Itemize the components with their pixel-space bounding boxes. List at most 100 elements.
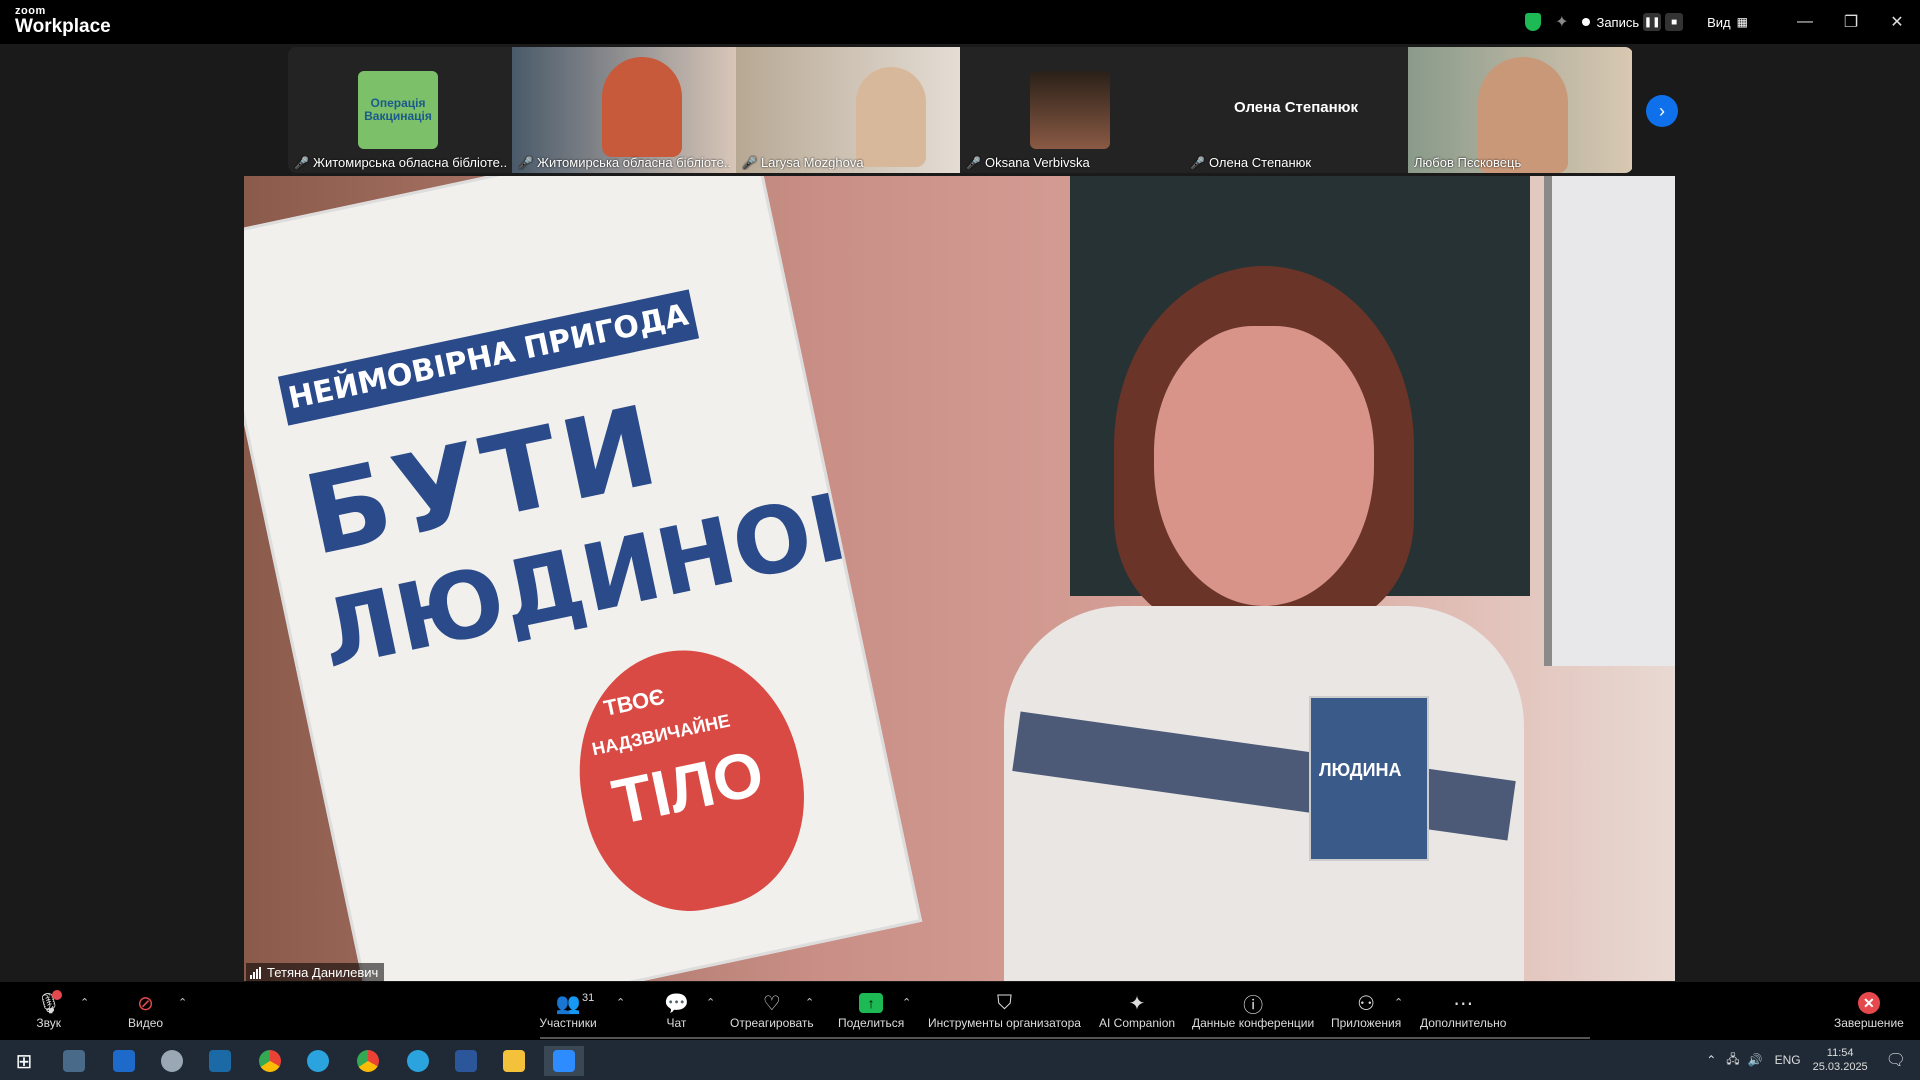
speaker-name: Тетяна Данилевич [267,965,379,980]
chat-options-caret[interactable]: ⌃ [706,996,715,1009]
participant-avatar [1030,71,1110,149]
notification-icon[interactable]: 🗨 [1886,1050,1906,1070]
end-label: Завершение [1834,1016,1904,1030]
windows-icon: ⊞ [15,1050,33,1073]
more-button[interactable]: ⋯ Дополнительно [1420,990,1507,1031]
ai-companion-button[interactable]: ✦ AI Companion [1099,990,1176,1031]
participant-tile[interactable]: Операція Вакцинація 🎤 Житомирська обласн… [288,47,512,173]
recording-indicator: Запись ❚❚ ■ [1582,13,1684,31]
language-indicator[interactable]: ENG [1775,1053,1801,1067]
participant-tile[interactable]: Любов Пєсковець [1408,47,1632,173]
restore-button[interactable]: ❐ [1828,0,1874,44]
participant-center-name: Олена Степанюк [1233,99,1358,116]
view-button[interactable]: Вид ▦ [1707,15,1748,30]
taskbar-chrome[interactable] [250,1046,290,1076]
telegram-icon [307,1050,329,1072]
more-label: Дополнительно [1420,1016,1507,1030]
taskbar-telegram[interactable] [298,1046,338,1076]
zoom-window: zoom Workplace ✦ Запись ❚❚ ■ Вид ▦ — ❐ ✕ [0,0,1920,1040]
share-label: Поделиться [838,1016,905,1030]
system-tray: ⌃ 🖧 🔊 ENG 11:54 25.03.2025 🗨 [1706,1040,1920,1080]
view-label: Вид [1707,14,1731,30]
participant-name: Любов Пєсковець [1414,155,1521,170]
record-label: Запись [1596,14,1640,30]
apps-icon: ⚇ [1357,992,1376,1015]
minimize-button[interactable]: — [1782,0,1828,44]
participant-name-text: Олена Степанюк [1208,155,1312,170]
taskbar-app-3[interactable] [152,1046,192,1076]
title-bar-controls: ✦ Запись ❚❚ ■ Вид ▦ — ❐ ✕ [1525,0,1920,44]
stop-icon: ■ [1671,16,1678,28]
react-label: Отреагировать [730,1016,814,1030]
end-meeting-button[interactable]: ✕ Завершение [1834,990,1904,1030]
ai-sparkle[interactable]: ✦ [1555,12,1568,32]
participant-name: 🎤 Larysa Mozghova [742,155,864,170]
apps-button[interactable]: ⚇ Приложения [1331,990,1402,1031]
alert-dot [52,990,62,1000]
speaker-figure [1004,266,1524,981]
pause-icon: ❚❚ [1643,16,1661,28]
participant-strip: Операція Вакцинація 🎤 Житомирська обласн… [288,47,1633,173]
audio-button[interactable]: 🎙 Звук [36,990,62,1030]
taskbar-app-4[interactable] [200,1046,240,1076]
video-options-caret[interactable]: ⌃ [178,996,187,1009]
apps-label: Приложения [1331,1016,1402,1030]
end-icon-wrap: ✕ [1857,990,1880,1016]
taskbar-calculator[interactable] [54,1046,94,1076]
share-button[interactable]: ↑ Поделиться [838,990,904,1030]
taskbar-zoom[interactable] [544,1046,584,1076]
shield-check-icon: ⛉ [996,991,1012,1014]
speaker-name-label: Тетяна Данилевич [246,963,385,982]
participant-name-text: Oksana Verbivska [984,155,1090,170]
taskbar-app-2[interactable] [104,1046,144,1076]
react-button[interactable]: ♡ Отреагировать [730,990,814,1031]
close-window-button[interactable]: ✕ [1874,0,1920,44]
start-button[interactable]: ⊞ [4,1046,44,1076]
participant-tile[interactable]: 🎤 Житомирська обласна бібліоте... [512,47,736,173]
volume-icon[interactable]: 🔊 [1748,1053,1763,1067]
participants-options-caret[interactable]: ⌃ [616,996,625,1009]
app-icon [209,1050,231,1072]
stop-recording-button[interactable]: ■ [1665,13,1684,31]
participant-name-text: Larysa Mozghova [760,155,864,170]
apps-options-caret[interactable]: ⌃ [1394,996,1403,1009]
sparkle-icon: ✦ [1128,992,1146,1015]
participants-count: 31 [582,992,595,1004]
network-icon[interactable]: 🖧 [1726,1050,1739,1071]
chat-button[interactable]: 💬 Чат [664,990,689,1031]
participant-name-text: Житомирська обласна бібліоте... [312,155,506,170]
video-off-icon: ⊘ [137,992,154,1015]
meeting-info-button[interactable]: ⓘ Данные конференции [1192,990,1314,1031]
taskbar-explorer[interactable] [494,1046,534,1076]
host-tools-button[interactable]: ⛉ Инструменты организатора [928,990,1081,1031]
participant-avatar: Операція Вакцинація [358,71,438,149]
next-page-button[interactable]: › [1646,95,1678,127]
mic-muted-icon: 🎤 [742,155,757,170]
taskbar-telegram-2[interactable] [398,1046,438,1076]
title-bar: zoom Workplace ✦ Запись ❚❚ ■ Вид ▦ — ❐ ✕ [0,0,1920,44]
host-tools-label: Инструменты организатора [928,1016,1081,1030]
meeting-toolbar: 🎙 Звук ⌃ ⊘ Видео ⌃ 👥 31 Участники ⌃ 💬 Чат… [0,982,1920,1040]
pause-recording-button[interactable]: ❚❚ [1643,13,1662,31]
small-book-title: ЛЮДИНА [1319,760,1402,780]
encryption-indicator[interactable] [1525,13,1542,31]
app-logo: zoom Workplace [15,6,111,37]
share-options-caret[interactable]: ⌃ [902,996,911,1009]
clock[interactable]: 11:54 25.03.2025 [1813,1046,1868,1075]
taskbar-word[interactable] [446,1046,486,1076]
react-options-caret[interactable]: ⌃ [805,996,814,1009]
participant-tile[interactable]: 🎤 Oksana Verbivska [960,47,1184,173]
audio-options-caret[interactable]: ⌃ [80,996,89,1009]
participants-button[interactable]: 👥 31 Участники [538,990,598,1030]
participant-tile[interactable]: 🎤 Larysa Mozghova [736,47,960,173]
participant-tile[interactable]: Олена Степанюк 🎤 Олена Степанюк [1184,47,1408,173]
mic-muted-icon: 🎤 [294,155,309,170]
clock-date: 25.03.2025 [1812,1061,1868,1073]
taskbar-chrome-2[interactable] [348,1046,388,1076]
ai-label: AI Companion [1099,1016,1176,1030]
telegram-icon [407,1050,429,1072]
video-button[interactable]: ⊘ Видео [128,990,163,1031]
logo-big: Workplace [15,16,111,37]
chevron-up-icon[interactable]: ⌃ [1706,1053,1716,1067]
grid-icon: ▦ [1736,15,1748,29]
